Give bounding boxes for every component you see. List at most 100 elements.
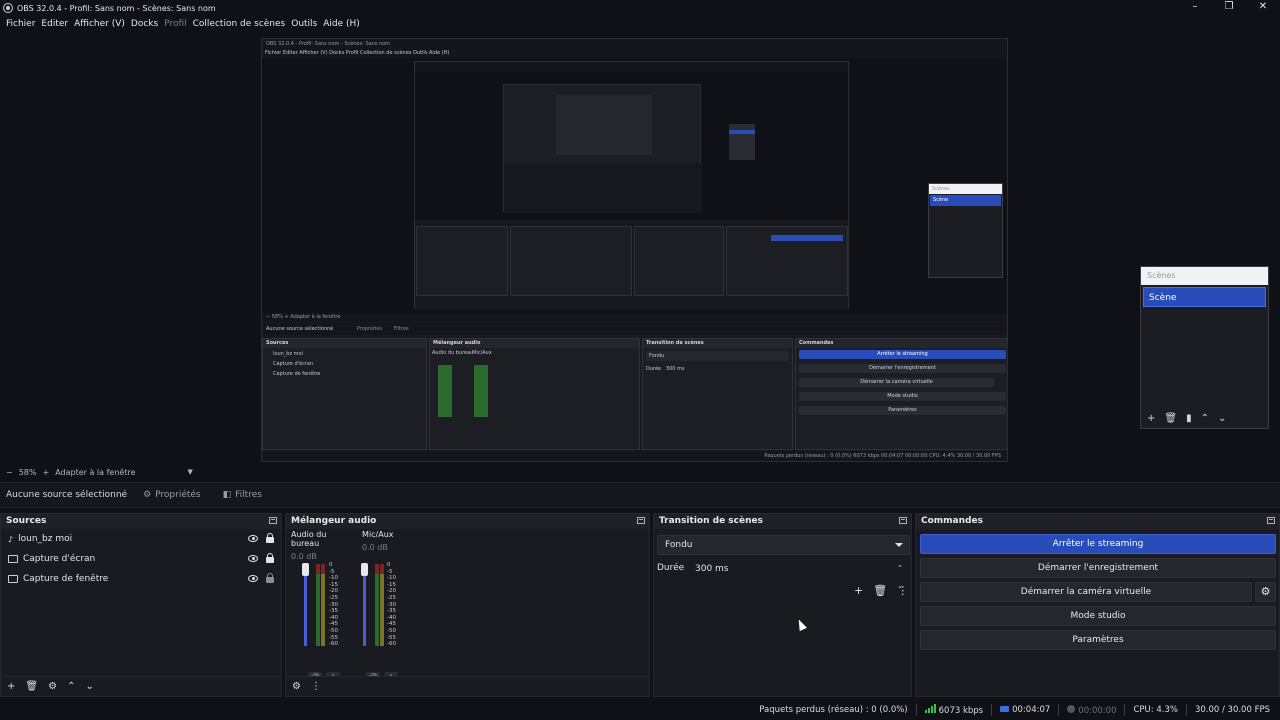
filters-label: Filtres [235,490,262,500]
db-scale: 0 -5 -10 -15 -20 -25 -30 -35 -40 -45 -50 -55 -60 [329,562,338,648]
context-bar: Aucune source sélectionné ⚙ Propriétés ◧… [0,482,1280,508]
filters-button[interactable]: ◧ Filtres [217,487,268,503]
window-title: OBS 32.0.4 - Profil: Sans nom - Scènes: … [17,3,216,13]
menu-outils[interactable]: Outils [288,19,320,29]
zoom-in-button[interactable]: + [42,468,49,477]
channel-db: 0.0 dB [291,552,317,561]
level-meter [321,564,325,646]
channel-db: 0.0 dB [362,543,388,552]
volume-fader[interactable] [363,564,366,646]
source-item[interactable]: Capture de fenêtre [1,569,281,589]
menu-docks[interactable]: Docks [128,19,161,29]
float-dock-icon[interactable] [899,517,907,524]
eye-icon[interactable] [248,575,258,582]
close-button[interactable]: ✕ [1246,0,1280,16]
menu-aide[interactable]: Aide (H) [320,19,363,29]
add-source-icon[interactable]: + [7,681,15,692]
sources-dock: Sources ♪ loun_bz moi Capture d'écran Ca… [0,513,282,697]
source-label: loun_bz moi [18,534,73,544]
zoom-level: 58% [18,467,37,477]
scenes-toolbar: + 🗑 ▮ ⌃ ⌄ [1147,413,1226,424]
menu-fichier[interactable]: Fichier [3,19,38,29]
nested-preview: Scènes Scène [262,58,1007,313]
fader-knob[interactable] [302,563,309,576]
float-dock-icon[interactable] [269,517,277,524]
mixer-toolbar: ⚙ ⋮ [286,676,649,696]
mixer-channel-desktop: Audio du bureau 0.0 dB 0 -5 -10 -15 -20 -25 -3… [291,530,351,686]
deep-docks [415,222,848,310]
divider [1185,704,1187,716]
mixer-channel-mic: Mic/Aux 0.0 dB 0 -5 -10 -15 -20 -25 -30 -35 -40-… [361,530,422,686]
nested-obs-capture: OBS 32.0.4 - Profil: Sans nom - Scènes: … [261,38,1008,462]
delete-scene-icon[interactable]: 🗑 [1164,413,1177,424]
stop-streaming-button[interactable]: Arrêter le streaming [920,534,1276,554]
virtual-camera-settings-icon[interactable]: ⚙ [1255,582,1276,602]
obs-logo-icon [3,3,13,13]
virtual-camera-button[interactable]: Démarrer la caméra virtuelle [920,582,1252,602]
transition-select[interactable]: Fondu [657,535,910,555]
duration-spinbox[interactable]: 300 ms ⌃ ⌄ [687,559,910,590]
transition-menu-icon[interactable]: ⋮ [897,584,908,597]
cpu-usage: CPU: 4.3% [1133,705,1178,715]
menu-afficher[interactable]: Afficher (V) [71,19,128,29]
window-icon [8,575,18,583]
delete-source-icon[interactable]: 🗑 [25,681,38,692]
zoom-fit-select[interactable]: Adapter à la fenêtre [55,468,135,477]
sources-toolbar: + 🗑 ⚙ ⌃ ⌄ [1,676,281,696]
minimize-button[interactable]: – [1178,0,1212,16]
eye-icon[interactable] [248,555,258,562]
bitrate-indicator: 6073 kbps [924,704,983,716]
source-label: Capture de fenêtre [23,574,109,584]
duration-label: Durée [657,563,685,573]
move-down-icon[interactable]: ⌄ [85,681,93,692]
maximize-button[interactable]: ❐ [1212,0,1246,16]
menu-profil[interactable]: Profil [161,19,189,29]
eye-icon[interactable] [248,535,258,542]
nested-sources: Sources loun_bz moi Capture d'écran Capt… [262,338,427,450]
move-up-icon[interactable]: ⌃ [67,681,75,692]
lock-icon[interactable] [266,573,274,583]
deep-deeper-preview [556,95,652,155]
channel-name: Mic/Aux [362,530,394,539]
float-dock-icon[interactable] [637,517,645,524]
title-bar: OBS 32.0.4 - Profil: Sans nom - Scènes: … [0,0,1280,16]
float-dock-icon[interactable] [1267,517,1275,524]
properties-button[interactable]: ⚙ Propriétés [137,487,207,503]
menu-editer[interactable]: Editer [38,19,71,29]
nested-transitions: Transition de scènes Fondu Durée 300 ms [642,338,793,450]
source-item[interactable]: ♪ loun_bz moi [1,529,281,549]
scene-filters-icon[interactable]: ▮ [1186,413,1192,424]
advanced-audio-icon[interactable]: ⚙ [292,681,301,692]
add-scene-icon[interactable]: + [1147,413,1155,424]
nested-title: OBS 32.0.4 - Profil: Sans nom - Scènes: … [262,39,1007,49]
move-up-icon[interactable]: ⌃ [1201,413,1209,424]
menu-collection-scenes[interactable]: Collection de scènes [190,19,289,29]
fader-knob[interactable] [361,563,368,576]
source-settings-icon[interactable]: ⚙ [48,681,57,692]
scene-item[interactable]: Scène [1143,287,1266,307]
delete-transition-icon[interactable]: 🗑 [873,584,887,597]
move-down-icon[interactable]: ⌄ [1218,413,1226,424]
gear-icon: ⚙ [143,490,152,500]
chevron-down-icon[interactable]: ▼ [187,468,192,476]
add-transition-icon[interactable]: + [854,584,863,597]
source-item[interactable]: Capture d'écran [1,549,281,569]
start-recording-button[interactable]: Démarrer l'enregistrement [920,558,1276,578]
lock-icon[interactable] [266,533,274,543]
level-meter [375,564,379,646]
audio-source-icon: ♪ [8,534,14,544]
nested-menu: Fichier Editer Afficher (V) Docks Profil… [262,49,1007,58]
dropped-frames: Paquets perdus (réseau) : 0 (0.0%) [759,705,908,715]
signal-bars-icon [924,704,936,713]
scenes-dock: Scènes Scène + 🗑 ▮ ⌃ ⌄ [1140,266,1269,429]
studio-mode-button[interactable]: Mode studio [920,606,1276,626]
settings-button[interactable]: Paramètres [920,630,1276,650]
mixer-menu-icon[interactable]: ⋮ [311,681,321,692]
mixer-title: Mélangeur audio [286,514,649,529]
zoom-out-button[interactable]: − [6,468,13,477]
transition-value: Fondu [665,540,693,550]
volume-fader[interactable] [304,564,307,646]
level-meter [380,564,384,646]
preview-canvas[interactable]: OBS 32.0.4 - Profil: Sans nom - Scènes: … [0,32,1280,464]
lock-icon[interactable] [266,553,274,563]
